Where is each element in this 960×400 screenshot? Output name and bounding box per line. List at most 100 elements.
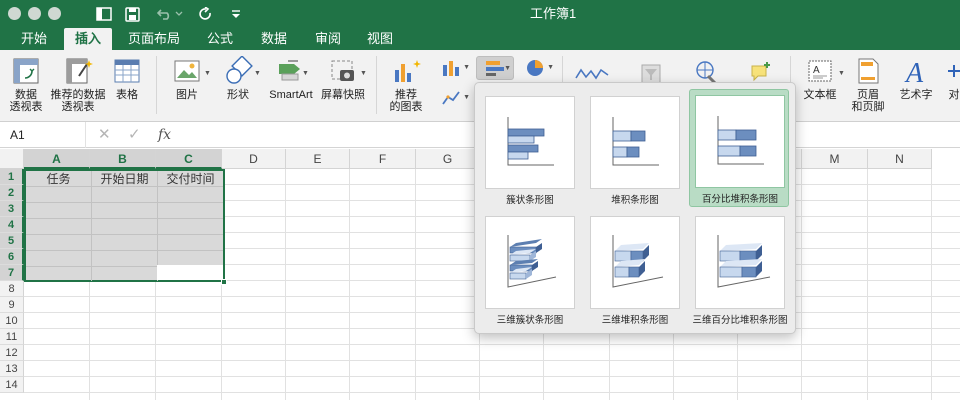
table-button[interactable]: 表格 xyxy=(110,56,144,101)
cell-a1[interactable]: 任务 xyxy=(26,171,91,187)
screenshot-icon xyxy=(328,56,358,86)
insert-function-icon[interactable]: fx xyxy=(158,122,171,148)
gridline-vertical xyxy=(415,169,416,400)
recommended-charts-label: 推荐 的图表 xyxy=(389,89,423,113)
line-chart-button[interactable]: ▼ xyxy=(436,86,470,110)
selection-divider xyxy=(26,234,223,235)
screenshot-button[interactable]: 屏幕快照 xyxy=(318,56,368,101)
header-footer-label: 页眉 和页脚 xyxy=(851,89,885,113)
ribbon-separator xyxy=(156,56,157,114)
column-header-a[interactable]: A xyxy=(24,149,90,169)
row-header-12[interactable]: 12 xyxy=(0,345,24,361)
symbol-label: 对 xyxy=(948,89,960,101)
column-header-f[interactable]: F xyxy=(350,149,416,169)
tab-page-layout[interactable]: 页面布局 xyxy=(118,28,190,50)
tab-formulas[interactable]: 公式 xyxy=(198,28,242,50)
gridline-vertical xyxy=(867,169,868,400)
wordart-icon: A xyxy=(901,56,931,89)
pictures-button[interactable]: 图片 xyxy=(166,56,208,101)
hyperlink-button[interactable] xyxy=(692,60,722,84)
pivot-table-icon xyxy=(11,56,41,86)
gridline-horizontal xyxy=(24,360,960,361)
column-header-b[interactable]: B xyxy=(90,149,156,169)
row-header-11[interactable]: 11 xyxy=(0,329,24,345)
3d-percent-stacked-bar-option[interactable]: 三维百分比堆积条形图 xyxy=(690,211,790,329)
percent-stacked-bar-option[interactable]: 百分比堆积条形图 xyxy=(689,89,789,207)
active-cell[interactable] xyxy=(157,265,223,280)
pictures-dropdown-icon[interactable]: ▼ xyxy=(204,70,211,77)
tab-home[interactable]: 开始 xyxy=(12,28,56,50)
row-header-5[interactable]: 5 xyxy=(0,233,24,249)
wordart-label: 艺术字 xyxy=(899,89,933,101)
confirm-icon[interactable]: ✓ xyxy=(128,122,141,148)
textbox-button[interactable]: A 文本框 xyxy=(800,56,840,101)
comment-button[interactable] xyxy=(746,60,776,84)
shapes-label: 形状 xyxy=(227,89,249,101)
shapes-button[interactable]: 形状 xyxy=(218,55,258,101)
row-header-4[interactable]: 4 xyxy=(0,217,24,233)
column-header-e[interactable]: E xyxy=(286,149,350,169)
fill-handle[interactable] xyxy=(221,279,227,285)
stacked-bar-chart-icon xyxy=(590,96,680,189)
row-header-6[interactable]: 6 xyxy=(0,249,24,265)
textbox-icon: A xyxy=(805,56,835,86)
column-chart-button[interactable]: ▼ xyxy=(436,56,470,80)
row-header-13[interactable]: 13 xyxy=(0,361,24,377)
tab-view[interactable]: 视图 xyxy=(358,28,402,50)
recommended-pivot-button[interactable]: 推荐的数据 透视表 xyxy=(50,56,106,113)
row-header-1[interactable]: 1 xyxy=(0,169,24,185)
bar-chart-button[interactable]: ▼ xyxy=(476,56,514,80)
3d-stacked-bar-option[interactable]: 三维堆积条形图 xyxy=(585,211,685,329)
svg-text:A: A xyxy=(813,65,820,76)
smartart-button[interactable]: SmartArt xyxy=(264,56,318,101)
row-header-10[interactable]: 10 xyxy=(0,313,24,329)
row-header-2[interactable]: 2 xyxy=(0,185,24,201)
screenshot-dropdown-icon[interactable]: ▼ xyxy=(360,70,367,77)
gridline-horizontal xyxy=(24,392,960,393)
column-header-c[interactable]: C xyxy=(156,149,222,169)
column-header-m[interactable]: M xyxy=(802,149,868,169)
3d-stacked-bar-chart-icon xyxy=(590,216,680,309)
cell-c1[interactable]: 交付时间 xyxy=(158,171,223,187)
tab-review[interactable]: 审阅 xyxy=(306,28,350,50)
tab-data[interactable]: 数据 xyxy=(252,28,296,50)
screenshot-label: 屏幕快照 xyxy=(321,89,365,101)
cell-b1[interactable]: 开始日期 xyxy=(92,171,157,187)
row-header-7[interactable]: 7 xyxy=(0,265,24,281)
gallery-item-label: 百分比堆积条形图 xyxy=(701,194,778,205)
3d-clustered-bar-chart-icon xyxy=(485,216,575,309)
gridline-vertical xyxy=(801,169,802,400)
column-header-d[interactable]: D xyxy=(222,149,286,169)
3d-clustered-bar-option[interactable]: 三维簇状条形图 xyxy=(480,211,580,329)
recommended-charts-button[interactable]: 推荐 的图表 xyxy=(386,56,426,113)
gridline-horizontal xyxy=(24,376,960,377)
row-header-14[interactable]: 14 xyxy=(0,377,24,393)
row-header-3[interactable]: 3 xyxy=(0,201,24,217)
symbol-button[interactable]: 对 xyxy=(944,56,960,101)
percent-stacked-bar-chart-icon xyxy=(695,95,785,188)
tab-insert[interactable]: 插入 xyxy=(64,28,112,51)
wordart-button[interactable]: A 艺术字 xyxy=(894,56,938,101)
title-bar: 工作簿1 xyxy=(0,0,960,28)
row-header-8[interactable]: 8 xyxy=(0,281,24,297)
shapes-dropdown-icon[interactable]: ▼ xyxy=(254,70,261,77)
stacked-bar-option[interactable]: 堆积条形图 xyxy=(585,91,685,209)
selection-divider xyxy=(26,218,223,219)
name-box[interactable]: A1 xyxy=(0,122,86,148)
smartart-dropdown-icon[interactable]: ▼ xyxy=(302,70,309,77)
column-header-g[interactable]: G xyxy=(416,149,480,169)
column-header-n[interactable]: N xyxy=(868,149,932,169)
cancel-icon[interactable]: ✕ xyxy=(98,122,111,148)
clustered-bar-option[interactable]: 簇状条形图 xyxy=(480,91,580,209)
textbox-dropdown-icon[interactable]: ▼ xyxy=(838,70,845,77)
pie-chart-button[interactable]: ▼ xyxy=(520,56,554,80)
ribbon-separator xyxy=(376,56,377,114)
pivot-table-button[interactable]: 数据 透视表 xyxy=(6,56,46,113)
header-footer-button[interactable]: 页眉 和页脚 xyxy=(848,56,888,113)
row-header-9[interactable]: 9 xyxy=(0,297,24,313)
pictures-label: 图片 xyxy=(176,89,198,101)
symbol-icon xyxy=(939,56,960,86)
selection-divider xyxy=(26,202,223,203)
gridline-horizontal xyxy=(24,344,960,345)
select-all-corner[interactable] xyxy=(0,149,24,169)
